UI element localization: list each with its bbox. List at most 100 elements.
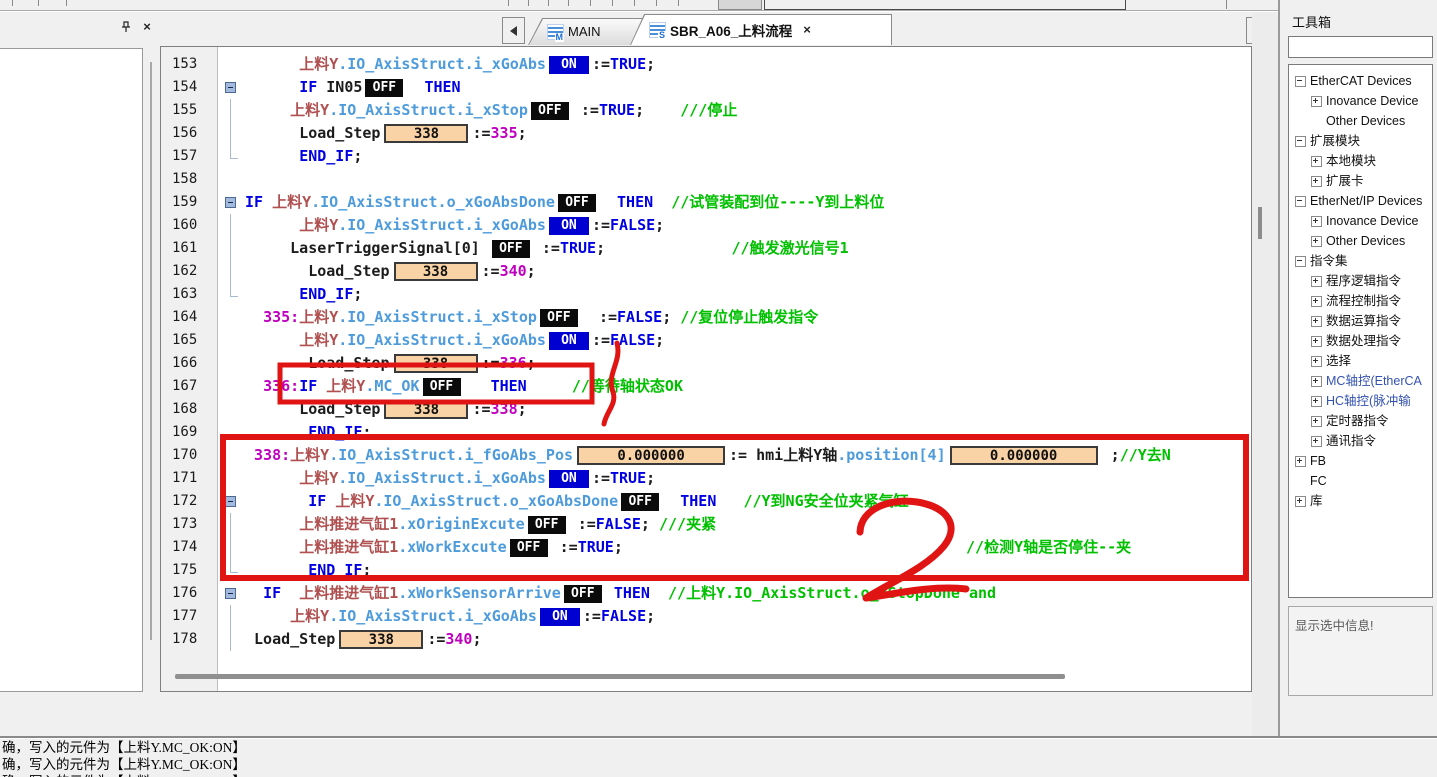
monitor-value-box[interactable]: 0.000000: [577, 446, 725, 465]
expand-icon[interactable]: [1311, 236, 1322, 247]
expand-icon[interactable]: [1311, 176, 1322, 187]
scrollbar-thumb[interactable]: [1258, 207, 1262, 239]
monitor-value-box[interactable]: 338: [384, 124, 468, 143]
tree-item[interactable]: FC: [1289, 471, 1432, 491]
tree-item[interactable]: Inovance Device: [1289, 91, 1432, 111]
code-line[interactable]: 161 LaserTriggerSignal[0] OFF :=TRUE; //…: [161, 237, 1251, 260]
tab-scroll-left-button[interactable]: [502, 17, 525, 44]
collapse-icon[interactable]: [1295, 136, 1306, 147]
code-line[interactable]: 176 IF 上料推进气缸1.xWorkSensorArriveOFF THEN…: [161, 582, 1251, 605]
monitor-bool-badge[interactable]: OFF: [510, 539, 548, 557]
expand-icon[interactable]: [1311, 316, 1322, 327]
code-line[interactable]: 160 上料Y.IO_AxisStruct.i_xGoAbsON:=FALSE;: [161, 214, 1251, 237]
tree-item[interactable]: 程序逻辑指令: [1289, 271, 1432, 291]
code-line[interactable]: 175 END_IF;: [161, 559, 1251, 582]
monitor-value-box[interactable]: 338: [394, 354, 478, 373]
code-line[interactable]: 170 338:上料Y.IO_AxisStruct.i_fGoAbs_Pos0.…: [161, 444, 1251, 467]
tree-item[interactable]: 通讯指令: [1289, 431, 1432, 451]
code-line[interactable]: 167 336:IF 上料Y.MC_OKOFF THEN //等待轴状态OK: [161, 375, 1251, 398]
code-line[interactable]: 169 END_IF;: [161, 421, 1251, 444]
code-line[interactable]: 177 上料Y.IO_AxisStruct.i_xGoAbsON:=FALSE;: [161, 605, 1251, 628]
code-line[interactable]: 164 335:上料Y.IO_AxisStruct.i_xStopOFF :=F…: [161, 306, 1251, 329]
fold-collapse-icon[interactable]: [225, 496, 236, 507]
monitor-bool-badge[interactable]: OFF: [621, 493, 659, 511]
code-line[interactable]: 154 IF IN05OFF THEN: [161, 76, 1251, 99]
pin-icon[interactable]: [118, 19, 134, 35]
expand-icon[interactable]: [1311, 416, 1322, 427]
fold-collapse-icon[interactable]: [225, 82, 236, 93]
monitor-value-box[interactable]: 338: [384, 400, 468, 419]
scrollbar-thumb[interactable]: [175, 674, 1065, 679]
tree-item[interactable]: 数据处理指令: [1289, 331, 1432, 351]
collapse-icon[interactable]: [1295, 76, 1306, 87]
expand-icon[interactable]: [1311, 276, 1322, 287]
tree-item[interactable]: EtherNet/IP Devices: [1289, 191, 1432, 211]
tab-sbr-a06[interactable]: S SBR_A06_上料流程 ×: [630, 14, 892, 45]
expand-icon[interactable]: [1295, 496, 1306, 507]
tree-item[interactable]: 本地模块: [1289, 151, 1432, 171]
code-line[interactable]: 162 Load_Step338:=340;: [161, 260, 1251, 283]
expand-icon[interactable]: [1295, 456, 1306, 467]
expand-icon[interactable]: [1311, 336, 1322, 347]
monitor-value-box[interactable]: 338: [394, 262, 478, 281]
close-icon[interactable]: ×: [139, 19, 155, 35]
tree-item[interactable]: 选择: [1289, 351, 1432, 371]
monitor-bool-badge[interactable]: OFF: [528, 516, 566, 534]
left-dock-panel[interactable]: [0, 48, 143, 692]
tree-item[interactable]: HC轴控(脉冲输: [1289, 391, 1432, 411]
code-line[interactable]: 166 Load_Step338:=336;: [161, 352, 1251, 375]
expand-icon[interactable]: [1311, 156, 1322, 167]
monitor-bool-badge[interactable]: OFF: [365, 79, 403, 97]
expand-icon[interactable]: [1311, 376, 1322, 387]
code-line[interactable]: 168 Load_Step338:=338;: [161, 398, 1251, 421]
monitor-value-box[interactable]: 0.000000: [950, 446, 1098, 465]
code-line[interactable]: 174 上料推进气缸1.xWorkExcuteOFF :=TRUE; //检测Y…: [161, 536, 1251, 559]
monitor-bool-badge[interactable]: OFF: [540, 309, 578, 327]
code-line[interactable]: 171 上料Y.IO_AxisStruct.i_xGoAbsON:=TRUE;: [161, 467, 1251, 490]
collapse-icon[interactable]: [1295, 256, 1306, 267]
tree-item[interactable]: Inovance Device: [1289, 211, 1432, 231]
code-line[interactable]: 153 上料Y.IO_AxisStruct.i_xGoAbsON:=TRUE;: [161, 53, 1251, 76]
expand-icon[interactable]: [1311, 96, 1322, 107]
monitor-bool-badge[interactable]: OFF: [492, 240, 530, 258]
tree-item[interactable]: 扩展模块: [1289, 131, 1432, 151]
tree-item[interactable]: EtherCAT Devices: [1289, 71, 1432, 91]
code-line[interactable]: 163 END_IF;: [161, 283, 1251, 306]
collapse-icon[interactable]: [1295, 196, 1306, 207]
monitor-bool-badge[interactable]: ON: [540, 608, 580, 626]
toolbox-search-input[interactable]: [1288, 36, 1433, 58]
expand-icon[interactable]: [1311, 296, 1322, 307]
tree-item[interactable]: 定时器指令: [1289, 411, 1432, 431]
tree-item[interactable]: 数据运算指令: [1289, 311, 1432, 331]
expand-icon[interactable]: [1311, 356, 1322, 367]
code-line[interactable]: 157 END_IF;: [161, 145, 1251, 168]
monitor-bool-badge[interactable]: OFF: [558, 194, 596, 212]
expand-icon[interactable]: [1311, 396, 1322, 407]
tree-item[interactable]: 流程控制指令: [1289, 291, 1432, 311]
monitor-bool-badge[interactable]: OFF: [564, 585, 602, 603]
code-line[interactable]: 178 Load_Step338:=340;: [161, 628, 1251, 651]
monitor-bool-badge[interactable]: OFF: [531, 102, 569, 120]
code-line[interactable]: 158: [161, 168, 1251, 191]
monitor-bool-badge[interactable]: ON: [549, 56, 589, 74]
tree-item[interactable]: Other Devices: [1289, 111, 1432, 131]
expand-icon[interactable]: [1311, 436, 1322, 447]
tab-close-icon[interactable]: ×: [803, 22, 811, 37]
code-line[interactable]: 156 Load_Step338:=335;: [161, 122, 1251, 145]
code-line[interactable]: 172 IF 上料Y.IO_AxisStruct.o_xGoAbsDoneOFF…: [161, 490, 1251, 513]
monitor-bool-badge[interactable]: OFF: [423, 378, 461, 396]
tree-item[interactable]: Other Devices: [1289, 231, 1432, 251]
tree-item[interactable]: MC轴控(EtherCA: [1289, 371, 1432, 391]
code-line[interactable]: 159IF 上料Y.IO_AxisStruct.o_xGoAbsDoneOFF …: [161, 191, 1251, 214]
expand-icon[interactable]: [1311, 216, 1322, 227]
code-editor[interactable]: 153 上料Y.IO_AxisStruct.i_xGoAbsON:=TRUE;1…: [160, 46, 1252, 692]
monitor-value-box[interactable]: 338: [339, 630, 423, 649]
monitor-bool-badge[interactable]: ON: [549, 470, 589, 488]
tree-item[interactable]: 库: [1289, 491, 1432, 511]
code-line[interactable]: 155 上料Y.IO_AxisStruct.i_xStopOFF :=TRUE;…: [161, 99, 1251, 122]
monitor-bool-badge[interactable]: ON: [549, 332, 589, 350]
horizontal-scrollbar[interactable]: [175, 673, 1225, 681]
fold-collapse-icon[interactable]: [225, 588, 236, 599]
tree-item[interactable]: 扩展卡: [1289, 171, 1432, 191]
code-line[interactable]: 165 上料Y.IO_AxisStruct.i_xGoAbsON:=FALSE;: [161, 329, 1251, 352]
